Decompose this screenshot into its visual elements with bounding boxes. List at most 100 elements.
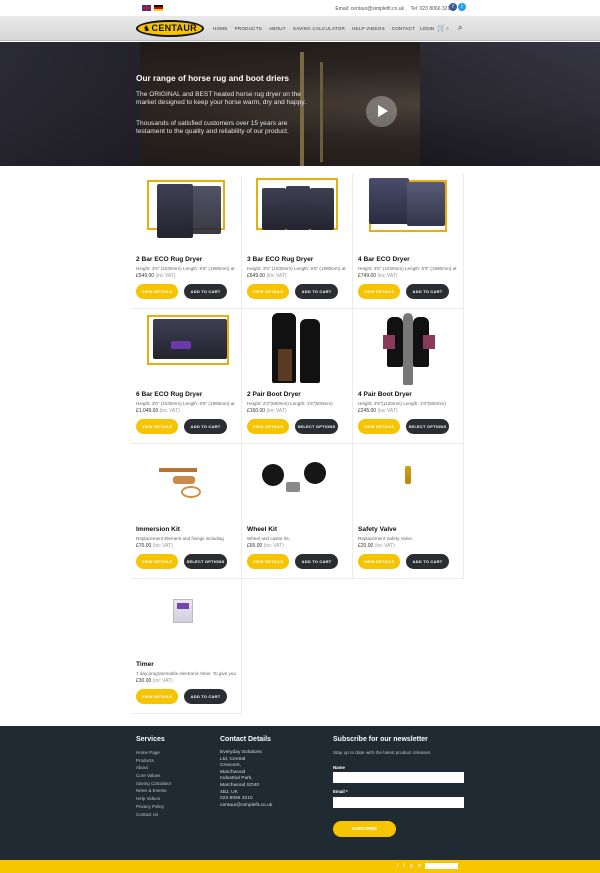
social-icons: f t g in — [397, 863, 421, 869]
address-line: Industrial Park, — [220, 776, 253, 782]
view-details-button[interactable]: VIEW DETAILS — [136, 554, 178, 569]
add-to-cart-button[interactable]: ADD TO CART — [406, 554, 449, 569]
facebook-icon[interactable]: f — [449, 3, 457, 11]
footer-link-privacy[interactable]: Privacy Policy — [136, 804, 171, 809]
product-image[interactable] — [353, 174, 464, 252]
nav-about[interactable]: ABOUT — [269, 26, 286, 31]
rug-image — [189, 186, 221, 234]
subscribe-button[interactable]: SUBSCRIBE — [333, 821, 396, 837]
footer-link-news[interactable]: News & Events — [136, 788, 171, 793]
nav-saving-calculator[interactable]: SAVING CALCULATOR — [293, 26, 345, 31]
product-image[interactable] — [242, 309, 353, 387]
product-image[interactable] — [131, 444, 242, 522]
cart-icon[interactable]: 🛒 — [437, 24, 446, 32]
view-details-button[interactable]: VIEW DETAILS — [136, 419, 178, 434]
price-value: £245.00 — [358, 408, 377, 414]
product-name[interactable]: 6 Bar ECO Rug Dryer — [136, 391, 202, 398]
footer — [0, 726, 600, 860]
price-value: £1,049.00 — [136, 408, 159, 414]
address-line: 4BJ, UK — [220, 789, 238, 795]
view-details-button[interactable]: VIEW DETAILS — [136, 284, 178, 299]
product-description: Replacement Element and fixings includin… — [136, 536, 224, 541]
add-to-cart-button[interactable]: ADD TO CART — [295, 554, 338, 569]
product-description: Height: 3'6" (1030mm) Length: 6'6" (1980… — [358, 266, 457, 271]
product-image[interactable] — [353, 444, 464, 522]
footer-phone[interactable]: 023 8066 3210 — [220, 796, 272, 801]
view-details-button[interactable]: VIEW DETAILS — [358, 554, 400, 569]
linkedin-icon[interactable]: in — [418, 863, 422, 869]
add-to-cart-button[interactable]: ADD TO CART — [184, 689, 227, 704]
email-field[interactable] — [333, 797, 464, 808]
add-to-cart-button[interactable]: ADD TO CART — [184, 284, 227, 299]
product-name[interactable]: 2 Bar ECO Rug Dryer — [136, 256, 202, 263]
product-card: Safety Valve Replacement Safety Valve. £… — [353, 444, 464, 579]
product-name[interactable]: 3 Bar ECO Rug Dryer — [247, 256, 313, 263]
rug-image — [369, 178, 409, 224]
product-name[interactable]: 2 Pair Boot Dryer — [247, 391, 301, 398]
view-details-button[interactable]: VIEW DETAILS — [247, 284, 289, 299]
product-image[interactable] — [131, 174, 242, 252]
product-price: £65.00 (inc VAT) — [247, 543, 284, 549]
product-image[interactable] — [131, 309, 242, 387]
add-to-cart-button[interactable]: ADD TO CART — [295, 284, 338, 299]
product-image[interactable] — [242, 444, 353, 522]
footer-link-home[interactable]: Home Page — [136, 750, 171, 755]
footer-link-help-videos[interactable]: Help Videos — [136, 796, 171, 801]
wheel-image — [262, 464, 284, 486]
product-name[interactable]: Wheel Kit — [247, 526, 277, 533]
rug-image — [407, 182, 445, 226]
newsletter-heading: Subscribe for our newsletter — [333, 736, 428, 743]
search-icon[interactable]: ⌕ — [458, 23, 462, 33]
vat-label: (inc VAT) — [266, 273, 287, 279]
product-name[interactable]: Timer — [136, 661, 154, 668]
footer-email[interactable]: centaur@simplefit.co.uk — [220, 803, 272, 808]
view-details-button[interactable]: VIEW DETAILS — [358, 284, 400, 299]
horse-icon: ♞ — [143, 24, 151, 33]
centaur-logo[interactable]: ♞CENTAUR — [136, 20, 204, 37]
facebook-icon[interactable]: f — [397, 863, 398, 869]
footer-link-contact[interactable]: Contact Us — [136, 812, 171, 817]
add-to-cart-button[interactable]: ADD TO CART — [184, 419, 227, 434]
view-details-button[interactable]: VIEW DETAILS — [247, 554, 289, 569]
nav-contact[interactable]: CONTACT — [392, 26, 415, 31]
view-details-button[interactable]: VIEW DETAILS — [136, 689, 178, 704]
address-line: Everyday Solutions — [220, 750, 262, 755]
twitter-icon[interactable]: t — [403, 863, 404, 869]
product-card: 4 Bar ECO Dryer Height: 3'6" (1030mm) Le… — [353, 174, 464, 309]
top-email[interactable]: Email: centaur@simplefit.co.uk — [335, 6, 404, 12]
nav-help-videos[interactable]: HELP VIDEOS — [352, 26, 385, 31]
view-details-button[interactable]: VIEW DETAILS — [358, 419, 400, 434]
google-plus-icon[interactable]: g — [410, 863, 413, 869]
product-image[interactable] — [242, 174, 353, 252]
footer-search-input[interactable] — [425, 863, 458, 869]
footer-link-about[interactable]: About — [136, 765, 171, 770]
footer-link-products[interactable]: Products — [136, 758, 171, 763]
product-image[interactable] — [353, 309, 464, 387]
product-image[interactable] — [131, 579, 242, 657]
nav-products[interactable]: PRODUCTS — [235, 26, 262, 31]
footer-link-core-values[interactable]: Core Values — [136, 773, 171, 778]
logo-text: CENTAUR — [151, 23, 197, 33]
select-options-button[interactable]: SELECT OPTIONS — [406, 419, 449, 434]
price-value: £70.00 — [136, 543, 152, 549]
login-link[interactable]: LOGIN — [420, 26, 434, 31]
nav-home[interactable]: HOME — [213, 26, 228, 31]
name-field[interactable] — [333, 772, 464, 783]
product-price: £20.00 (inc VAT) — [358, 543, 395, 549]
add-to-cart-button[interactable]: ADD TO CART — [406, 284, 449, 299]
product-name[interactable]: Safety Valve — [358, 526, 397, 533]
german-flag-icon[interactable] — [154, 5, 163, 11]
twitter-icon[interactable]: t — [458, 3, 466, 11]
product-name[interactable]: 4 Bar ECO Dryer — [358, 256, 410, 263]
product-name[interactable]: Immersion Kit — [136, 526, 180, 533]
view-details-button[interactable]: VIEW DETAILS — [247, 419, 289, 434]
castor-image — [286, 482, 300, 492]
price-value: £30.00 — [136, 678, 152, 684]
select-options-button[interactable]: SELECT OPTIONS — [295, 419, 338, 434]
footer-link-saving-calculator[interactable]: Saving Calculator — [136, 781, 171, 786]
select-options-button[interactable]: SELECT OPTIONS — [184, 554, 227, 569]
play-video-icon[interactable] — [366, 96, 397, 127]
product-name[interactable]: 4 Pair Boot Dryer — [358, 391, 412, 398]
top-phone[interactable]: Tel: 023 8066 3210 — [410, 6, 453, 12]
uk-flag-icon[interactable] — [142, 5, 151, 11]
